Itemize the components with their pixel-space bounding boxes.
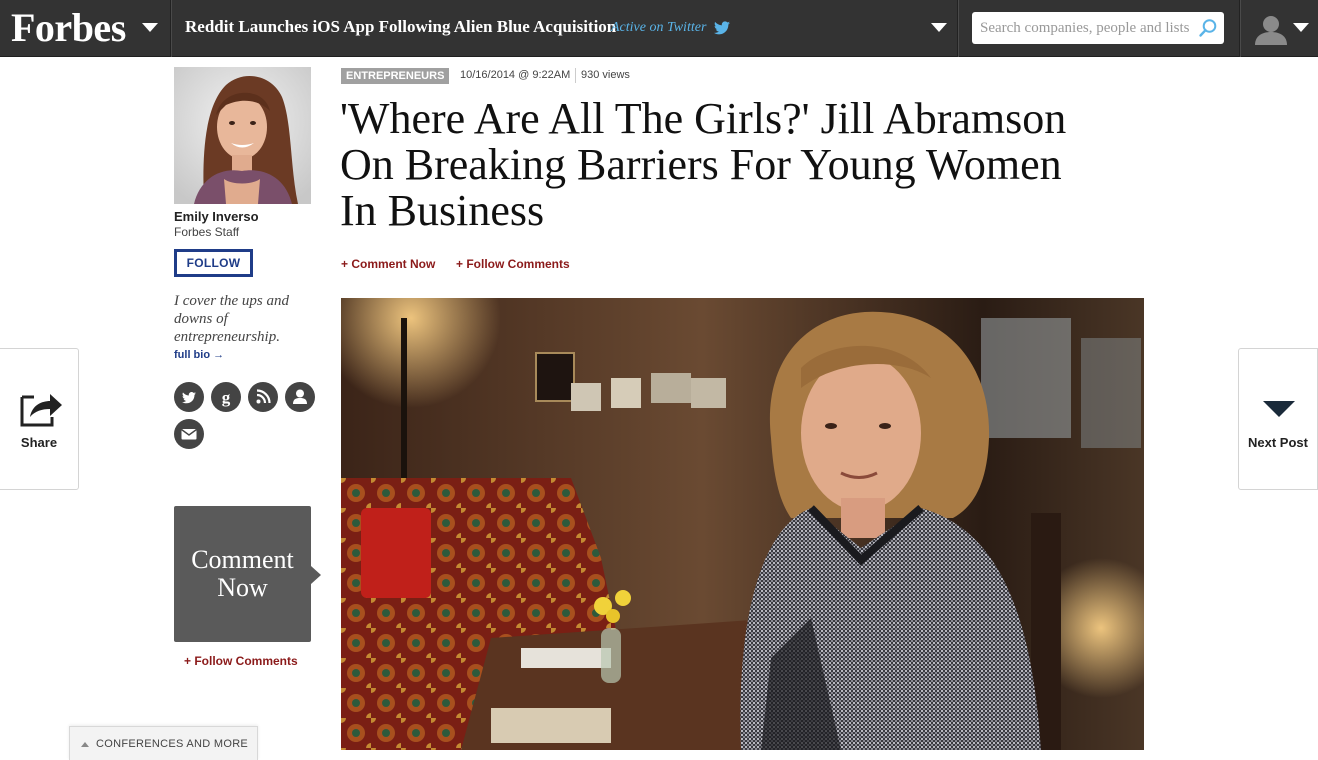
forbes-logo[interactable]: Forbes [11, 4, 126, 51]
comment-now-box[interactable]: Comment Now [174, 506, 311, 642]
comment-now-box-label: Comment Now [191, 545, 294, 602]
author-role: Forbes Staff [174, 225, 240, 239]
svg-text:g: g [222, 388, 231, 407]
comment-box-pointer [311, 566, 321, 584]
twitter-icon[interactable] [174, 382, 204, 412]
author-photo[interactable] [174, 67, 311, 204]
conferences-label: CONFERENCES AND MORE [96, 738, 249, 750]
email-icon[interactable] [174, 419, 204, 449]
article-title: 'Where Are All The Girls?' Jill Abramson… [340, 94, 1067, 235]
share-label: Share [20, 435, 58, 450]
logo-menu-caret-icon[interactable] [142, 23, 158, 32]
conferences-and-more-tab[interactable]: CONFERENCES AND MORE [69, 726, 258, 760]
more-stories-caret-icon[interactable] [931, 23, 947, 32]
comment-now-link[interactable]: + Comment Now [341, 257, 435, 271]
search-icon[interactable] [1198, 18, 1218, 38]
follow-comments-link[interactable]: + Follow Comments [456, 257, 570, 271]
chevron-down-icon [1263, 401, 1295, 417]
next-post-label: Next Post [1248, 435, 1308, 450]
twitter-status-link[interactable]: Active on Twitter [611, 20, 706, 36]
post-view-count: 930 views [581, 69, 630, 81]
divider [957, 0, 958, 57]
caret-up-icon [81, 742, 89, 747]
google-plus-icon[interactable]: g [211, 382, 241, 412]
full-bio-link[interactable]: full bio → [174, 349, 224, 361]
share-tab[interactable]: Share [0, 348, 79, 490]
post-date: 10/16/2014 @ 9:22AM [460, 69, 571, 81]
divider [1239, 0, 1240, 57]
sidebar-follow-comments-link[interactable]: + Follow Comments [184, 654, 298, 668]
category-badge[interactable]: ENTREPRENEURS [341, 68, 450, 84]
twitter-bird-icon[interactable] [714, 21, 730, 35]
user-avatar-icon[interactable] [1254, 13, 1288, 45]
search-box [972, 12, 1224, 44]
next-post-tab[interactable]: Next Post [1238, 348, 1318, 490]
rss-icon[interactable] [248, 382, 278, 412]
follow-author-button[interactable]: FOLLOW [174, 249, 253, 277]
author-name[interactable]: Emily Inverso [174, 209, 259, 224]
author-bio: I cover the ups and downs of entrepreneu… [174, 293, 289, 345]
user-menu-caret-icon[interactable] [1293, 23, 1309, 32]
share-icon [20, 394, 62, 427]
article-hero-image [341, 298, 1144, 750]
search-input[interactable] [972, 12, 1194, 44]
trending-headline-link[interactable]: Reddit Launches iOS App Following Alien … [185, 17, 616, 37]
divider [575, 68, 576, 83]
top-navigation-bar: Forbes Reddit Launches iOS App Following… [0, 0, 1318, 57]
profile-icon[interactable] [285, 382, 315, 412]
divider [170, 0, 171, 57]
